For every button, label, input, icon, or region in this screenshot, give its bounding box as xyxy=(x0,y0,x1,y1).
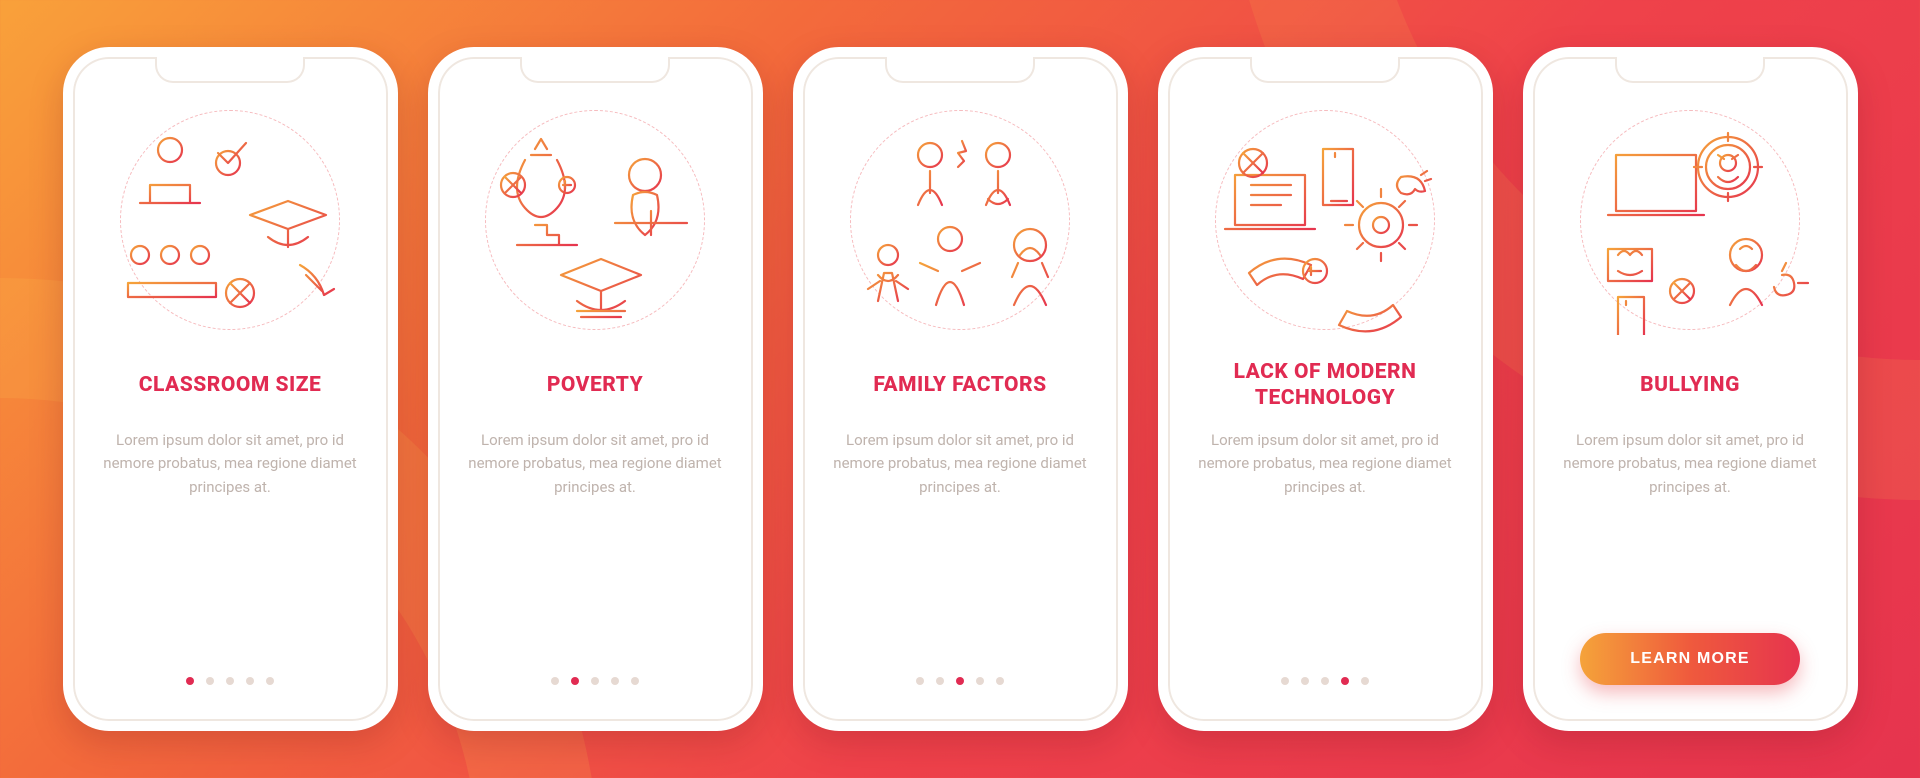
phone-notch xyxy=(520,57,670,83)
screen-title: CLASSROOM SIZE xyxy=(133,353,328,417)
onboarding-screen-3: FAMILY FACTORS Lorem ipsum dolor sit ame… xyxy=(793,47,1128,731)
dot[interactable] xyxy=(551,677,559,685)
dot[interactable] xyxy=(1341,677,1349,685)
dot[interactable] xyxy=(206,677,214,685)
dot[interactable] xyxy=(1361,677,1369,685)
screen-body: Lorem ipsum dolor sit amet, pro id nemor… xyxy=(1190,429,1461,519)
screen-body: Lorem ipsum dolor sit amet, pro id nemor… xyxy=(825,429,1096,519)
family-factors-icon xyxy=(830,105,1090,335)
dot[interactable] xyxy=(266,677,274,685)
dot[interactable] xyxy=(916,677,924,685)
page-indicator xyxy=(916,677,1004,685)
screen-body: Lorem ipsum dolor sit amet, pro id nemor… xyxy=(1555,429,1826,519)
dot[interactable] xyxy=(611,677,619,685)
screen-title: BULLYING xyxy=(1634,353,1746,417)
page-indicator xyxy=(551,677,639,685)
dot[interactable] xyxy=(996,677,1004,685)
poverty-icon xyxy=(465,105,725,335)
dot[interactable] xyxy=(956,677,964,685)
phones-row: CLASSROOM SIZE Lorem ipsum dolor sit ame… xyxy=(0,0,1920,778)
classroom-size-icon xyxy=(100,105,360,335)
onboarding-screen-5: BULLYING Lorem ipsum dolor sit amet, pro… xyxy=(1523,47,1858,731)
screen-title: FAMILY FACTORS xyxy=(867,353,1052,417)
technology-icon xyxy=(1195,105,1455,335)
onboarding-screen-1: CLASSROOM SIZE Lorem ipsum dolor sit ame… xyxy=(63,47,398,731)
screen-body: Lorem ipsum dolor sit amet, pro id nemor… xyxy=(460,429,731,519)
learn-more-button[interactable]: LEARN MORE xyxy=(1580,633,1800,685)
screen-title: LACK OF MODERN TECHNOLOGY xyxy=(1190,353,1461,417)
phone-notch xyxy=(155,57,305,83)
onboarding-screen-2: POVERTY Lorem ipsum dolor sit amet, pro … xyxy=(428,47,763,731)
phone-notch xyxy=(1615,57,1765,83)
dot[interactable] xyxy=(571,677,579,685)
dot[interactable] xyxy=(246,677,254,685)
bullying-icon xyxy=(1560,105,1820,335)
dot[interactable] xyxy=(186,677,194,685)
dot[interactable] xyxy=(1321,677,1329,685)
page-indicator xyxy=(186,677,274,685)
dot[interactable] xyxy=(1301,677,1309,685)
screen-body: Lorem ipsum dolor sit amet, pro id nemor… xyxy=(95,429,366,519)
dot[interactable] xyxy=(1281,677,1289,685)
phone-notch xyxy=(885,57,1035,83)
phone-notch xyxy=(1250,57,1400,83)
dot[interactable] xyxy=(591,677,599,685)
dot[interactable] xyxy=(936,677,944,685)
dot[interactable] xyxy=(631,677,639,685)
onboarding-screen-4: LACK OF MODERN TECHNOLOGY Lorem ipsum do… xyxy=(1158,47,1493,731)
dot[interactable] xyxy=(976,677,984,685)
page-indicator xyxy=(1281,677,1369,685)
screen-title: POVERTY xyxy=(541,353,649,417)
dot[interactable] xyxy=(226,677,234,685)
